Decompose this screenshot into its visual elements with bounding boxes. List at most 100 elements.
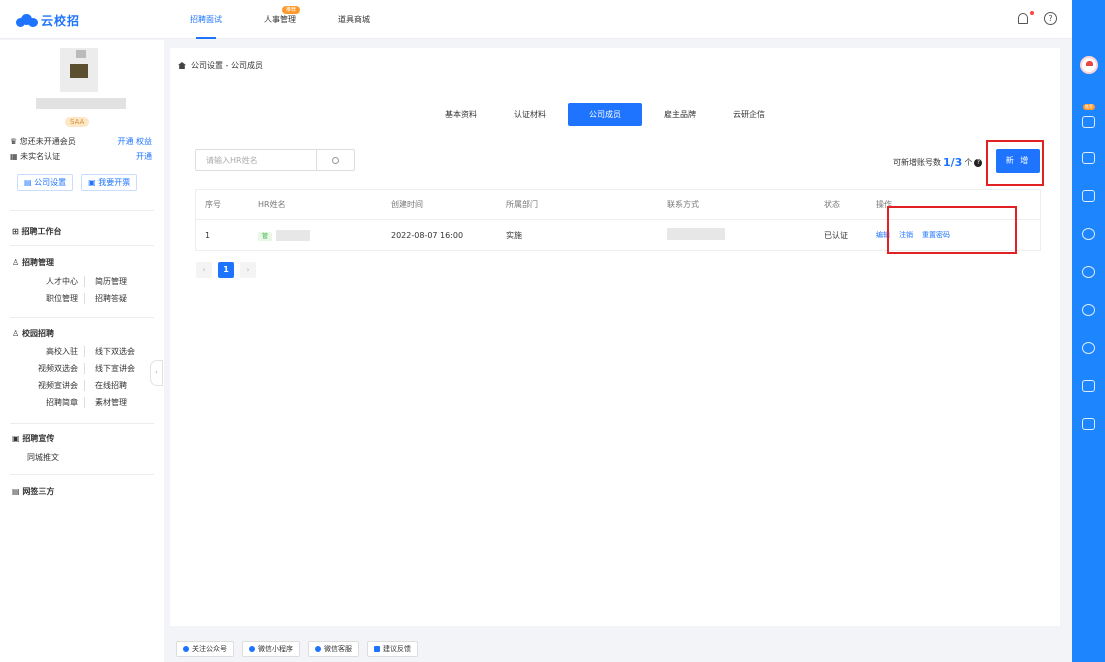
sidebar-item-video-talk[interactable]: 视频宣讲会 bbox=[25, 380, 85, 391]
quota-label: 可新增账号数 bbox=[893, 158, 941, 167]
sidebar-item-campus-join[interactable]: 高校入驻 bbox=[25, 346, 85, 357]
search-icon bbox=[332, 156, 339, 164]
handshake-icon[interactable] bbox=[1082, 228, 1095, 240]
mini-program-icon bbox=[249, 646, 255, 652]
divider bbox=[10, 423, 154, 424]
sidebar-item-talent-center[interactable]: 人才中心 bbox=[25, 276, 85, 287]
divider bbox=[10, 210, 154, 211]
shield-icon[interactable] bbox=[1082, 342, 1095, 354]
member-text: 您还未开通会员 bbox=[19, 137, 76, 146]
member-open-link[interactable]: 开通 bbox=[117, 137, 133, 146]
nav-tab-label: 人事管理 bbox=[264, 15, 296, 24]
settings-icon[interactable] bbox=[1082, 304, 1095, 316]
sidebar-item-recruit-qa[interactable]: 招聘答疑 bbox=[85, 293, 155, 304]
section-campus-recruit: ♙ 校园招聘 bbox=[12, 328, 54, 339]
footer-label: 微信客服 bbox=[324, 645, 352, 653]
section-recruit-management: ♙ 招聘管理 bbox=[12, 257, 54, 268]
nav-tab-hr-management[interactable]: 人事管理 推荐 bbox=[264, 0, 300, 39]
tab-company-members[interactable]: 公司成员 bbox=[568, 103, 642, 126]
page-1-button[interactable]: 1 bbox=[218, 262, 234, 278]
col-index: 序号 bbox=[205, 200, 221, 209]
wechat-service-button[interactable]: 微信客服 bbox=[308, 641, 359, 657]
user-avatar[interactable] bbox=[1080, 56, 1098, 74]
search-button[interactable] bbox=[316, 150, 354, 170]
main-panel: 公司设置 - 公司成员 基本资料 认证材料 公司成员 雇主品牌 云研企信 可新增… bbox=[170, 48, 1060, 626]
sidebar-item-online-sign[interactable]: ▤ 网签三方 bbox=[12, 486, 54, 497]
footer-label: 微信小程序 bbox=[258, 645, 293, 653]
admin-tag: 管 bbox=[258, 231, 273, 241]
level-badge: SAA bbox=[65, 117, 90, 127]
company-name-blurred bbox=[36, 98, 126, 109]
company-settings-button[interactable]: ▤ 公司设置 bbox=[17, 174, 74, 191]
invoice-button[interactable]: ▣ 我要开票 bbox=[81, 174, 138, 191]
nav-tab-recruit-interview[interactable]: 招聘面试 bbox=[190, 0, 222, 39]
document-icon[interactable] bbox=[1082, 152, 1095, 164]
sidebar-item-video-fair[interactable]: 视频双选会 bbox=[25, 363, 85, 374]
row-hr-name: 管 bbox=[230, 229, 391, 241]
hr-name-search-input[interactable] bbox=[196, 150, 316, 170]
right-toolbar: 推荐 bbox=[1072, 0, 1105, 662]
promo-label: 招聘宣传 bbox=[22, 434, 55, 443]
sidebar-item-material[interactable]: 素材管理 bbox=[85, 397, 155, 408]
recruit-mgmt-links: 人才中心 简历管理 职位管理 招聘答疑 bbox=[25, 276, 155, 304]
calendar-icon[interactable] bbox=[1082, 116, 1095, 128]
sidebar-item-offline-talk[interactable]: 线下宣讲会 bbox=[85, 363, 155, 374]
sidebar-item-offline-fair[interactable]: 线下双选会 bbox=[85, 346, 155, 357]
feedback-icon bbox=[374, 646, 380, 652]
row-dept: 实施 bbox=[506, 230, 522, 240]
help-icon[interactable]: ? bbox=[1044, 12, 1058, 26]
apps-icon[interactable] bbox=[1082, 418, 1095, 430]
next-page-button[interactable]: › bbox=[240, 262, 256, 278]
tab-certification[interactable]: 认证材料 bbox=[499, 103, 561, 126]
notification-bell-icon[interactable] bbox=[1018, 11, 1034, 26]
sidebar-item-resume-mgmt[interactable]: 简历管理 bbox=[85, 276, 155, 287]
workbench-icon: ⊞ bbox=[12, 227, 19, 236]
member-rights-link[interactable]: 权益 bbox=[136, 137, 152, 146]
verify-text: 未实名认证 bbox=[20, 152, 61, 161]
mini-program-button[interactable]: 微信小程序 bbox=[242, 641, 300, 657]
tab-employer-brand[interactable]: 雇主品牌 bbox=[649, 103, 711, 126]
hr-name-blurred bbox=[276, 229, 311, 241]
row-index: 1 bbox=[205, 230, 211, 240]
row-status: 已认证 bbox=[824, 230, 848, 240]
prev-page-button[interactable]: ‹ bbox=[196, 262, 212, 278]
feedback-button[interactable]: 建议反馈 bbox=[367, 641, 418, 657]
sidebar-item-city-post[interactable]: 同城推文 bbox=[27, 452, 105, 463]
recommend-badge: 推荐 bbox=[281, 6, 300, 14]
wechat-icon bbox=[183, 646, 189, 652]
top-nav: 招聘面试 人事管理 推荐 道具商城 bbox=[190, 0, 412, 39]
tab-yunyan-credit[interactable]: 云研企信 bbox=[718, 103, 780, 126]
recycle-icon[interactable] bbox=[1082, 266, 1095, 278]
service-icon bbox=[315, 646, 321, 652]
nav-tab-item-mall[interactable]: 道具商城 bbox=[338, 0, 370, 39]
promo-icon: ▣ bbox=[12, 434, 20, 443]
sidebar-item-workbench[interactable]: ⊞ 招聘工作台 bbox=[12, 226, 62, 237]
flag-icon[interactable] bbox=[1082, 380, 1095, 392]
breadcrumb: 公司设置 - 公司成员 bbox=[178, 60, 263, 71]
app-logo[interactable]: 云校招 bbox=[16, 12, 80, 29]
campus-links: 高校入驻 线下双选会 视频双选会 线下宣讲会 视频宣讲会 在线招聘 招聘简章 素… bbox=[25, 346, 155, 408]
col-dept: 所属部门 bbox=[506, 200, 538, 209]
campus-label: 校园招聘 bbox=[21, 329, 54, 338]
cloud-logo-icon bbox=[16, 14, 38, 27]
promo-links: 同城推文 bbox=[25, 452, 105, 463]
follow-official-account-button[interactable]: 关注公众号 bbox=[176, 641, 234, 657]
breadcrumb-text: 公司设置 - 公司成员 bbox=[191, 61, 263, 70]
workbench-label: 招聘工作台 bbox=[21, 227, 62, 236]
divider bbox=[10, 317, 154, 318]
sidebar-collapse-handle[interactable]: ‹ bbox=[150, 360, 163, 386]
verify-open-link[interactable]: 开通 bbox=[136, 151, 152, 162]
highlight-box-add bbox=[986, 140, 1044, 186]
tab-basic-info[interactable]: 基本资料 bbox=[430, 103, 492, 126]
grid-icon[interactable] bbox=[1082, 190, 1095, 202]
col-hr-name: HR姓名 bbox=[258, 200, 286, 209]
highlight-box-actions bbox=[887, 206, 1017, 254]
sidebar-item-brochure[interactable]: 招聘简章 bbox=[25, 397, 85, 408]
home-icon[interactable] bbox=[178, 62, 186, 69]
people-icon: ♙ bbox=[12, 258, 20, 267]
question-icon[interactable]: ? bbox=[974, 158, 983, 167]
sidebar-item-online-recruit[interactable]: 在线招聘 bbox=[85, 380, 155, 391]
sidebar-item-job-mgmt[interactable]: 职位管理 bbox=[25, 293, 85, 304]
pagination: ‹ 1 › bbox=[196, 262, 256, 278]
sign-label: 网签三方 bbox=[22, 487, 55, 496]
